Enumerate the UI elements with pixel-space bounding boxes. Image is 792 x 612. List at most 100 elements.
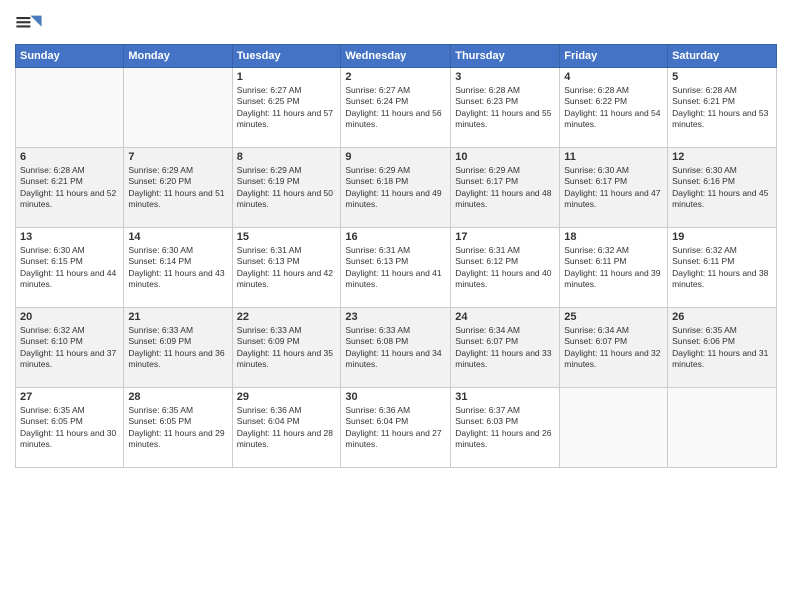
day-cell: 5 Sunrise: 6:28 AM Sunset: 6:21 PM Daylig… <box>668 68 777 148</box>
day-info: Sunrise: 6:28 AM Sunset: 6:22 PM Dayligh… <box>564 85 663 131</box>
day-number: 18 <box>564 231 663 243</box>
day-cell: 3 Sunrise: 6:28 AM Sunset: 6:23 PM Daylig… <box>451 68 560 148</box>
day-cell: 11 Sunrise: 6:30 AM Sunset: 6:17 PM Dayli… <box>560 148 668 228</box>
column-header-saturday: Saturday <box>668 45 777 68</box>
day-info: Sunrise: 6:33 AM Sunset: 6:09 PM Dayligh… <box>237 325 337 371</box>
week-row-2: 6 Sunrise: 6:28 AM Sunset: 6:21 PM Daylig… <box>16 148 777 228</box>
day-cell: 13 Sunrise: 6:30 AM Sunset: 6:15 PM Dayli… <box>16 228 124 308</box>
day-cell: 6 Sunrise: 6:28 AM Sunset: 6:21 PM Daylig… <box>16 148 124 228</box>
logo-icon <box>15 10 43 38</box>
day-number: 4 <box>564 71 663 83</box>
day-number: 10 <box>455 151 555 163</box>
day-cell: 10 Sunrise: 6:29 AM Sunset: 6:17 PM Dayli… <box>451 148 560 228</box>
day-cell: 1Sunrise: 6:27 AM Sunset: 6:25 PM Daylig… <box>232 68 341 148</box>
day-info: Sunrise: 6:28 AM Sunset: 6:21 PM Dayligh… <box>20 165 119 211</box>
day-info: Sunrise: 6:30 AM Sunset: 6:15 PM Dayligh… <box>20 245 119 291</box>
day-number: 2 <box>345 71 446 83</box>
week-row-3: 13 Sunrise: 6:30 AM Sunset: 6:15 PM Dayli… <box>16 228 777 308</box>
day-cell <box>560 388 668 468</box>
day-cell: 8 Sunrise: 6:29 AM Sunset: 6:19 PM Daylig… <box>232 148 341 228</box>
day-cell: 26Sunrise: 6:35 AM Sunset: 6:06 PM Dayli… <box>668 308 777 388</box>
day-number: 3 <box>455 71 555 83</box>
column-header-monday: Monday <box>124 45 232 68</box>
day-number: 9 <box>345 151 446 163</box>
day-cell: 28 Sunrise: 6:35 AM Sunset: 6:05 PM Dayli… <box>124 388 232 468</box>
day-info: Sunrise: 6:34 AM Sunset: 6:07 PM Dayligh… <box>564 325 663 371</box>
day-info: Sunrise: 6:33 AM Sunset: 6:08 PM Dayligh… <box>345 325 446 371</box>
day-number: 8 <box>237 151 337 163</box>
day-cell: 25 Sunrise: 6:34 AM Sunset: 6:07 PM Dayli… <box>560 308 668 388</box>
day-info: Sunrise: 6:31 AM Sunset: 6:13 PM Dayligh… <box>237 245 337 291</box>
calendar-table: SundayMondayTuesdayWednesdayThursdayFrid… <box>15 44 777 468</box>
page: SundayMondayTuesdayWednesdayThursdayFrid… <box>0 0 792 478</box>
day-number: 5 <box>672 71 772 83</box>
day-number: 6 <box>20 151 119 163</box>
day-info: Sunrise: 6:32 AM Sunset: 6:11 PM Dayligh… <box>672 245 772 291</box>
week-row-4: 20 Sunrise: 6:32 AM Sunset: 6:10 PM Dayli… <box>16 308 777 388</box>
day-cell: 14 Sunrise: 6:30 AM Sunset: 6:14 PM Dayli… <box>124 228 232 308</box>
week-row-1: 1Sunrise: 6:27 AM Sunset: 6:25 PM Daylig… <box>16 68 777 148</box>
week-row-5: 27 Sunrise: 6:35 AM Sunset: 6:05 PM Dayli… <box>16 388 777 468</box>
day-cell: 20 Sunrise: 6:32 AM Sunset: 6:10 PM Dayli… <box>16 308 124 388</box>
day-info: Sunrise: 6:31 AM Sunset: 6:13 PM Dayligh… <box>345 245 446 291</box>
day-number: 27 <box>20 391 119 403</box>
header <box>15 10 777 38</box>
day-number: 15 <box>237 231 337 243</box>
day-number: 11 <box>564 151 663 163</box>
logo <box>15 10 47 38</box>
day-info: Sunrise: 6:30 AM Sunset: 6:14 PM Dayligh… <box>128 245 227 291</box>
column-header-thursday: Thursday <box>451 45 560 68</box>
day-cell: 23Sunrise: 6:33 AM Sunset: 6:08 PM Dayli… <box>341 308 451 388</box>
day-info: Sunrise: 6:31 AM Sunset: 6:12 PM Dayligh… <box>455 245 555 291</box>
day-info: Sunrise: 6:27 AM Sunset: 6:24 PM Dayligh… <box>345 85 446 131</box>
day-cell: 27Sunrise: 6:35 AM Sunset: 6:05 PM Dayli… <box>16 388 124 468</box>
day-cell <box>124 68 232 148</box>
day-info: Sunrise: 6:29 AM Sunset: 6:20 PM Dayligh… <box>128 165 227 211</box>
day-cell: 2 Sunrise: 6:27 AM Sunset: 6:24 PM Daylig… <box>341 68 451 148</box>
day-info: Sunrise: 6:29 AM Sunset: 6:17 PM Dayligh… <box>455 165 555 211</box>
day-cell: 31Sunrise: 6:37 AM Sunset: 6:03 PM Dayli… <box>451 388 560 468</box>
day-info: Sunrise: 6:33 AM Sunset: 6:09 PM Dayligh… <box>128 325 227 371</box>
day-number: 12 <box>672 151 772 163</box>
day-info: Sunrise: 6:30 AM Sunset: 6:16 PM Dayligh… <box>672 165 772 211</box>
day-number: 25 <box>564 311 663 323</box>
day-info: Sunrise: 6:28 AM Sunset: 6:23 PM Dayligh… <box>455 85 555 131</box>
day-info: Sunrise: 6:27 AM Sunset: 6:25 PM Dayligh… <box>237 85 337 131</box>
day-info: Sunrise: 6:36 AM Sunset: 6:04 PM Dayligh… <box>345 405 446 451</box>
day-cell: 17 Sunrise: 6:31 AM Sunset: 6:12 PM Dayli… <box>451 228 560 308</box>
day-info: Sunrise: 6:29 AM Sunset: 6:19 PM Dayligh… <box>237 165 337 211</box>
day-cell: 12 Sunrise: 6:30 AM Sunset: 6:16 PM Dayli… <box>668 148 777 228</box>
day-cell: 4 Sunrise: 6:28 AM Sunset: 6:22 PM Daylig… <box>560 68 668 148</box>
day-number: 19 <box>672 231 772 243</box>
header-row: SundayMondayTuesdayWednesdayThursdayFrid… <box>16 45 777 68</box>
day-info: Sunrise: 6:36 AM Sunset: 6:04 PM Dayligh… <box>237 405 337 451</box>
day-number: 28 <box>128 391 227 403</box>
day-info: Sunrise: 6:28 AM Sunset: 6:21 PM Dayligh… <box>672 85 772 131</box>
day-number: 13 <box>20 231 119 243</box>
day-cell: 16 Sunrise: 6:31 AM Sunset: 6:13 PM Dayli… <box>341 228 451 308</box>
day-cell: 7Sunrise: 6:29 AM Sunset: 6:20 PM Daylig… <box>124 148 232 228</box>
column-header-sunday: Sunday <box>16 45 124 68</box>
day-number: 29 <box>237 391 337 403</box>
day-cell <box>16 68 124 148</box>
day-number: 20 <box>20 311 119 323</box>
day-number: 30 <box>345 391 446 403</box>
day-cell: 29 Sunrise: 6:36 AM Sunset: 6:04 PM Dayli… <box>232 388 341 468</box>
day-number: 17 <box>455 231 555 243</box>
day-number: 26 <box>672 311 772 323</box>
day-number: 22 <box>237 311 337 323</box>
day-cell: 9 Sunrise: 6:29 AM Sunset: 6:18 PM Daylig… <box>341 148 451 228</box>
day-cell <box>668 388 777 468</box>
day-cell: 22 Sunrise: 6:33 AM Sunset: 6:09 PM Dayli… <box>232 308 341 388</box>
day-number: 14 <box>128 231 227 243</box>
day-cell: 19 Sunrise: 6:32 AM Sunset: 6:11 PM Dayli… <box>668 228 777 308</box>
day-cell: 15 Sunrise: 6:31 AM Sunset: 6:13 PM Dayli… <box>232 228 341 308</box>
day-info: Sunrise: 6:30 AM Sunset: 6:17 PM Dayligh… <box>564 165 663 211</box>
day-info: Sunrise: 6:35 AM Sunset: 6:05 PM Dayligh… <box>128 405 227 451</box>
day-number: 16 <box>345 231 446 243</box>
column-header-wednesday: Wednesday <box>341 45 451 68</box>
day-cell: 30 Sunrise: 6:36 AM Sunset: 6:04 PM Dayli… <box>341 388 451 468</box>
day-cell: 24Sunrise: 6:34 AM Sunset: 6:07 PM Dayli… <box>451 308 560 388</box>
day-info: Sunrise: 6:32 AM Sunset: 6:10 PM Dayligh… <box>20 325 119 371</box>
day-info: Sunrise: 6:29 AM Sunset: 6:18 PM Dayligh… <box>345 165 446 211</box>
